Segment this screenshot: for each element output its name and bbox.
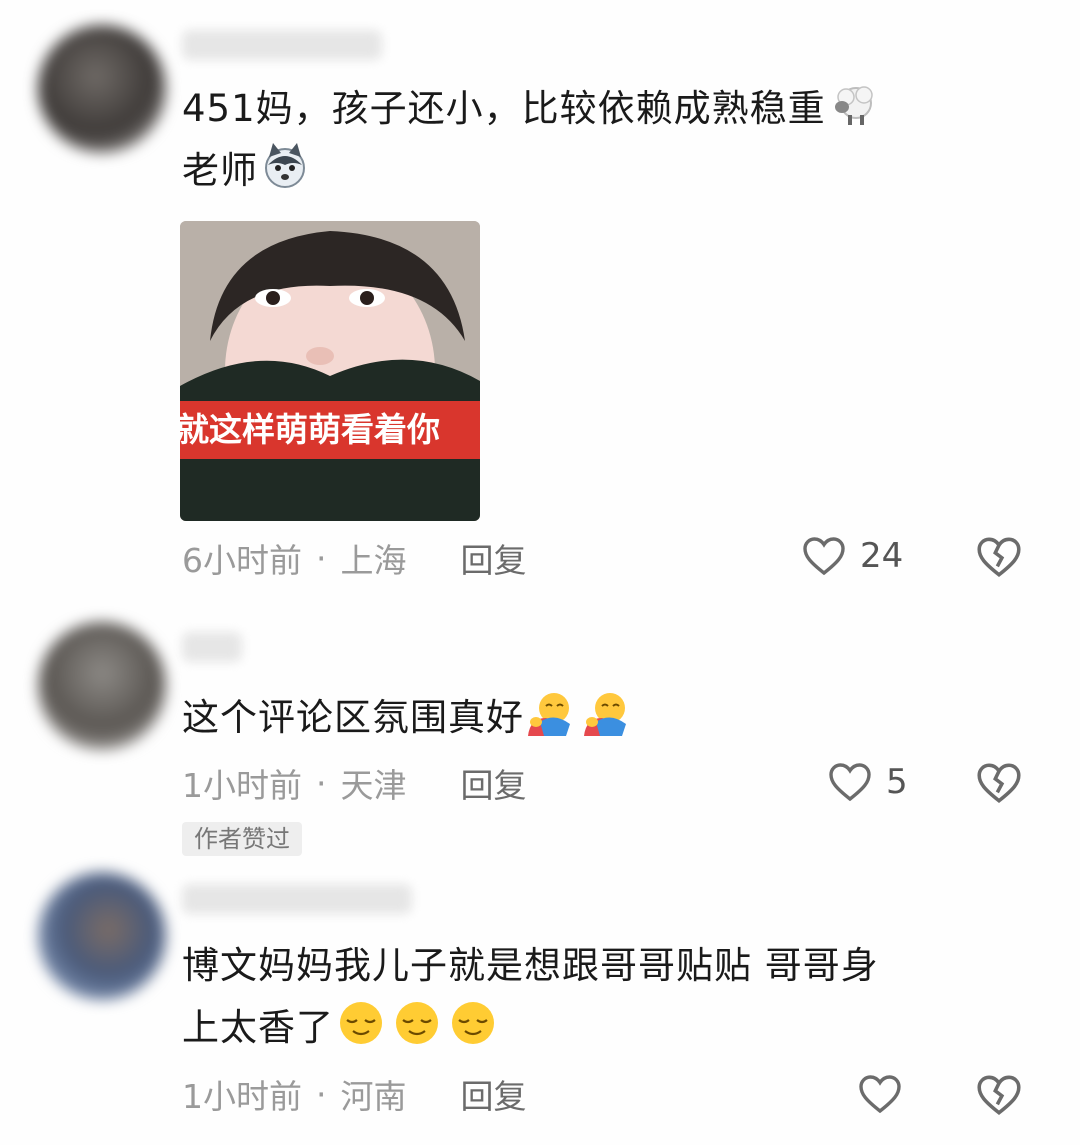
- reply-button[interactable]: 回复: [461, 759, 527, 807]
- meta-separator: ·: [316, 538, 327, 578]
- wolf-emoji-icon: [265, 143, 305, 188]
- dislike-button[interactable]: [974, 532, 1024, 586]
- author-liked-badge: 作者赞过: [182, 822, 302, 856]
- comment-text-line2: 上太香了: [182, 1006, 334, 1049]
- avatar[interactable]: [38, 872, 166, 1000]
- comment-meta: 1小时前 · 河南 回复: [182, 1064, 527, 1124]
- heart-icon: [829, 763, 871, 802]
- heart-icon: [859, 1075, 901, 1114]
- hug-emoji-icon: [584, 693, 626, 736]
- comment-time: 1小时前: [182, 1077, 302, 1116]
- image-caption: 就这样萌萌看着你: [180, 410, 440, 449]
- comment-time: 1小时前: [182, 766, 302, 805]
- comment-time: 6小时前: [182, 541, 302, 580]
- relieved-emoji-icon: [452, 1002, 494, 1044]
- like-count: 5: [886, 762, 908, 802]
- broken-heart-icon: [977, 763, 1021, 803]
- comment-text-line1: 博文妈妈我儿子就是想跟哥哥贴贴 哥哥身: [182, 944, 879, 987]
- comment-text: 这个评论区氛围真好: [182, 687, 1020, 749]
- child-photo: [180, 221, 480, 521]
- comment-location: 河南: [340, 1077, 407, 1116]
- avatar[interactable]: [38, 622, 166, 750]
- broken-heart-icon: [977, 537, 1021, 577]
- comment-text-line1: 451妈，孩子还小，比较依赖成熟稳重: [182, 87, 826, 130]
- avatar[interactable]: [38, 25, 166, 153]
- relieved-emoji-icon: [396, 1002, 438, 1044]
- comment-text: 博文妈妈我儿子就是想跟哥哥贴贴 哥哥身 上太香了: [182, 935, 1020, 1059]
- reply-button[interactable]: 回复: [461, 1070, 527, 1118]
- comment-meta: 6小时前 · 上海 回复: [182, 528, 527, 588]
- comment-text-line2: 老师: [182, 149, 258, 192]
- dislike-button[interactable]: [974, 758, 1024, 812]
- meta-separator: ·: [316, 1074, 327, 1114]
- hug-emoji-icon: [528, 693, 570, 736]
- username[interactable]: [182, 884, 412, 914]
- comment-location: 上海: [340, 541, 407, 580]
- sheep-emoji-icon: [834, 86, 873, 125]
- meta-separator: ·: [316, 763, 327, 803]
- like-count: 24: [860, 536, 904, 576]
- username[interactable]: [182, 30, 382, 60]
- reply-button[interactable]: 回复: [461, 534, 527, 582]
- like-button[interactable]: 5: [826, 758, 908, 806]
- like-button[interactable]: 24: [800, 532, 903, 580]
- username[interactable]: [182, 632, 242, 662]
- like-button[interactable]: [856, 1070, 916, 1118]
- comment-meta: 1小时前 · 天津 回复: [182, 753, 527, 813]
- comment-location: 天津: [340, 766, 407, 805]
- dislike-button[interactable]: [974, 1070, 1024, 1124]
- heart-icon: [803, 537, 845, 576]
- comment-image[interactable]: 就这样萌萌看着你: [180, 221, 480, 521]
- broken-heart-icon: [977, 1075, 1021, 1115]
- comment-text: 451妈，孩子还小，比较依赖成熟稳重 老师: [182, 78, 1020, 202]
- relieved-emoji-icon: [340, 1002, 382, 1044]
